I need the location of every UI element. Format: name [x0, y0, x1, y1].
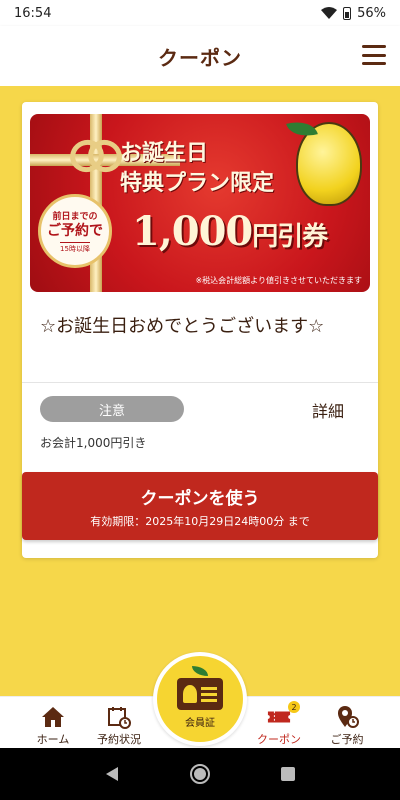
id-card-icon — [177, 677, 223, 710]
notice-badge: 注意 — [40, 396, 184, 422]
app-header: クーポン — [0, 26, 400, 86]
hamburger-menu-button[interactable] — [362, 45, 386, 65]
menu-bar-icon — [362, 62, 386, 65]
coupon-card: お誕生日 特典プラン限定 前日までの ご予約で 15時以降 1,000円引券 ※… — [22, 102, 378, 558]
nav-label: ご予約 — [330, 733, 364, 746]
home-circle-icon[interactable] — [189, 763, 211, 785]
badge-text: ご予約で — [47, 222, 103, 239]
page-title: クーポン — [158, 45, 242, 70]
gift-bow-icon — [70, 136, 122, 172]
badge-text: 前日までの — [52, 211, 98, 222]
nav-item-coupon[interactable]: 2 クーポン — [244, 701, 314, 747]
recents-icon[interactable] — [280, 766, 296, 782]
status-indicators: 56% — [321, 6, 386, 21]
nav-label: 予約状況 — [97, 733, 141, 746]
banner-amount-suffix: 円引券 — [252, 222, 328, 252]
menu-bar-icon — [362, 45, 386, 48]
battery-level: 56% — [357, 5, 386, 21]
menu-bar-icon — [362, 53, 386, 57]
map-pin-clock-icon — [335, 705, 359, 729]
coupon-count-badge: 2 — [288, 701, 300, 713]
nav-item-home[interactable]: ホーム — [18, 701, 88, 747]
calendar-clock-icon — [107, 705, 131, 729]
status-bar: 16:54 56% — [0, 0, 400, 26]
member-card-label: 会員証 — [185, 717, 215, 729]
divider — [22, 382, 378, 383]
wifi-icon — [321, 7, 338, 19]
banner-title-line: お誕生日 — [120, 140, 209, 166]
system-nav-bar — [0, 748, 400, 800]
detail-link[interactable]: 詳細 — [312, 398, 344, 422]
coupon-title: ☆お誕生日おめでとうございます☆ — [40, 316, 325, 337]
leaf-icon — [192, 666, 208, 676]
banner-title: お誕生日 特典プラン限定 — [120, 138, 274, 198]
expiry-text: 有効期限：2025年10月29日24時00分 まで — [90, 514, 310, 528]
nav-item-reservation-status[interactable]: 予約状況 — [84, 701, 154, 747]
home-icon — [41, 705, 65, 729]
banner-amount-value: 1,000 — [132, 208, 253, 255]
banner-note: ※税込会計総額より値引きさせていただきます — [195, 276, 362, 285]
banner-amount: 1,000円引券 — [132, 208, 328, 255]
use-coupon-button[interactable]: クーポンを使う 有効期限：2025年10月29日24時00分 まで — [22, 472, 378, 540]
status-time: 16:54 — [14, 5, 52, 21]
member-card-button[interactable]: 会員証 — [153, 652, 247, 746]
back-icon[interactable] — [104, 766, 120, 782]
use-coupon-label: クーポンを使う — [140, 488, 260, 509]
coupon-list: お誕生日 特典プラン限定 前日までの ご予約で 15時以降 1,000円引券 ※… — [0, 86, 400, 696]
badge-text: 15時以降 — [60, 241, 90, 254]
nav-item-reserve[interactable]: ご予約 — [312, 701, 382, 747]
nav-label: ホーム — [36, 733, 70, 746]
coupon-description: お会計1,000円引き — [40, 436, 147, 450]
banner-title-line: 特典プラン限定 — [120, 170, 275, 196]
reservation-badge: 前日までの ご予約で 15時以降 — [38, 194, 112, 268]
coupon-banner-image: お誕生日 特典プラン限定 前日までの ご予約で 15時以降 1,000円引券 ※… — [30, 114, 370, 292]
battery-icon — [343, 6, 352, 20]
nav-label: クーポン — [257, 733, 301, 746]
